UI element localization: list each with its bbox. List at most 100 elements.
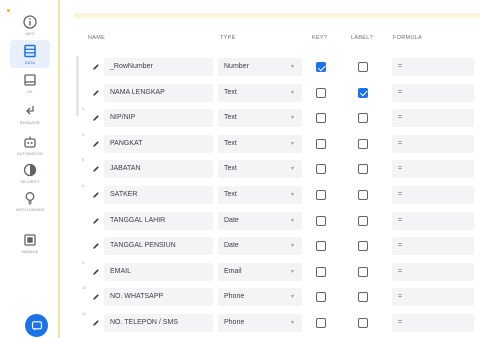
header-label: LABEL? — [351, 35, 373, 41]
nav-label-ux: UX — [27, 90, 33, 94]
key-checkbox[interactable] — [316, 241, 326, 252]
edit-pencil-icon[interactable] — [92, 191, 100, 199]
key-checkbox[interactable] — [316, 164, 326, 175]
label-checkbox[interactable] — [358, 215, 368, 226]
nav-label-intelligence: INTELLIGENCE — [15, 208, 45, 212]
column-type-select[interactable]: Date ▾ — [218, 237, 302, 256]
table-row: 6 SATKER Text ▾ = — [62, 183, 480, 207]
edit-pencil-icon[interactable] — [92, 242, 100, 250]
column-type-select[interactable]: Text ▾ — [218, 83, 302, 102]
label-checkbox[interactable] — [358, 292, 368, 303]
column-name-field[interactable]: NAMA LENGKAP — [104, 83, 213, 102]
chevron-down-icon: ▾ — [290, 192, 294, 198]
column-name-field[interactable]: NO. TELEPON / SMS — [104, 314, 213, 332]
nav-item-intelligence[interactable]: INTELLIGENCE — [10, 190, 50, 212]
nav-item-data[interactable]: DATA — [10, 40, 50, 68]
chevron-down-icon: ▾ — [290, 140, 294, 147]
column-type-select[interactable]: Email ▾ — [218, 262, 302, 281]
label-checkbox[interactable] — [358, 190, 368, 200]
key-checkbox[interactable] — [316, 138, 326, 149]
formula-field[interactable]: = — [392, 58, 474, 76]
label-checkbox[interactable] — [358, 266, 368, 277]
column-type-select[interactable]: Text ▾ — [218, 109, 302, 128]
edit-pencil-icon[interactable] — [92, 268, 100, 276]
column-name-field[interactable]: SATKER — [104, 186, 213, 204]
chat-icon — [31, 320, 42, 331]
formula-field[interactable]: = — [392, 186, 474, 204]
formula-field[interactable]: = — [392, 211, 474, 230]
edit-pencil-icon[interactable] — [92, 63, 100, 71]
branch-icon — [26, 106, 34, 115]
column-name-field[interactable]: TANGGAL LAHIR — [104, 211, 213, 230]
column-type-select[interactable]: Text ▾ — [218, 134, 302, 153]
chevron-down-icon: ▾ — [290, 268, 294, 275]
chevron-down-icon: ▾ — [290, 89, 294, 96]
label-checkbox[interactable] — [358, 241, 368, 252]
formula-field[interactable]: = — [392, 109, 474, 128]
edit-pencil-icon[interactable] — [92, 293, 100, 301]
edit-pencil-icon[interactable] — [92, 165, 100, 173]
formula-field[interactable]: = — [392, 134, 474, 153]
formula-field[interactable]: = — [392, 262, 474, 281]
nav-item-behavior[interactable]: BEHAVIOR — [10, 103, 50, 125]
nav-item-security[interactable]: SECURITY — [10, 162, 50, 184]
label-checkbox[interactable] — [358, 138, 368, 149]
nav-item-ux[interactable]: UX — [10, 72, 50, 94]
column-type-select[interactable]: Text ▾ — [218, 160, 302, 179]
key-checkbox[interactable] — [316, 292, 326, 303]
database-icon — [24, 44, 36, 58]
edit-pencil-icon[interactable] — [92, 319, 100, 327]
chevron-down-icon: ▾ — [290, 166, 294, 173]
formula-field[interactable]: = — [392, 237, 474, 256]
chat-fab-button[interactable] — [25, 314, 48, 337]
column-name-field[interactable]: EMAIL — [104, 262, 213, 281]
formula-field[interactable]: = — [392, 288, 474, 307]
key-checkbox[interactable] — [316, 113, 326, 124]
edit-pencil-icon[interactable] — [92, 89, 100, 97]
formula-field[interactable]: = — [392, 160, 474, 179]
column-type-select[interactable]: Phone ▾ — [218, 314, 302, 332]
key-checkbox[interactable] — [316, 266, 326, 277]
column-name-field[interactable]: TANGGAL PENSIUN — [104, 237, 213, 256]
row-number: 10 — [82, 286, 86, 291]
key-checkbox[interactable] — [316, 318, 326, 328]
table-row: _RowNumber Number ▾ = — [62, 55, 480, 79]
row-number: 11 — [82, 312, 86, 316]
column-name-field[interactable]: NIP/NIP — [104, 109, 213, 128]
column-type-select[interactable]: Number ▾ — [218, 58, 302, 76]
label-checkbox[interactable] — [358, 62, 368, 72]
type-value: Text — [224, 165, 237, 173]
column-name-field[interactable]: _RowNumber — [104, 58, 213, 76]
formula-field[interactable]: = — [392, 314, 474, 332]
nav-item-automation[interactable]: AUTOMATION — [10, 134, 50, 156]
edit-pencil-icon[interactable] — [92, 114, 100, 122]
nav-item-manage[interactable]: MANAGE — [10, 232, 50, 254]
table-header-bar — [74, 13, 480, 18]
label-checkbox[interactable] — [358, 113, 368, 124]
label-checkbox[interactable] — [358, 318, 368, 328]
label-checkbox[interactable] — [358, 87, 368, 98]
key-checkbox[interactable] — [316, 215, 326, 226]
key-checkbox[interactable] — [316, 190, 326, 200]
key-checkbox[interactable] — [316, 87, 326, 98]
type-value: Date — [224, 216, 239, 224]
edit-pencil-icon[interactable] — [92, 140, 100, 148]
type-value: Number — [224, 63, 249, 70]
column-type-select[interactable]: Phone ▾ — [218, 288, 302, 307]
column-type-select[interactable]: Text ▾ — [218, 186, 302, 204]
table-row: NAMA LENGKAP Text ▾ = — [62, 81, 480, 105]
column-name-field[interactable]: JABATAN — [104, 160, 213, 179]
type-value: Phone — [224, 293, 245, 301]
column-name-field[interactable]: PANGKAT — [104, 134, 213, 153]
nav-label-manage: MANAGE — [21, 250, 39, 254]
key-checkbox[interactable] — [316, 62, 326, 72]
chevron-down-icon: ▾ — [290, 115, 294, 122]
header-key: KEY? — [312, 35, 328, 41]
column-header-row: NAME TYPE KEY? LABEL? FORMULA — [62, 35, 480, 45]
edit-pencil-icon[interactable] — [92, 217, 100, 225]
column-name-field[interactable]: NO. WHATSAPP — [104, 288, 213, 307]
formula-field[interactable]: = — [392, 83, 474, 102]
column-type-select[interactable]: Date ▾ — [218, 211, 302, 230]
label-checkbox[interactable] — [358, 164, 368, 175]
nav-item-info[interactable]: INFO — [10, 14, 50, 36]
